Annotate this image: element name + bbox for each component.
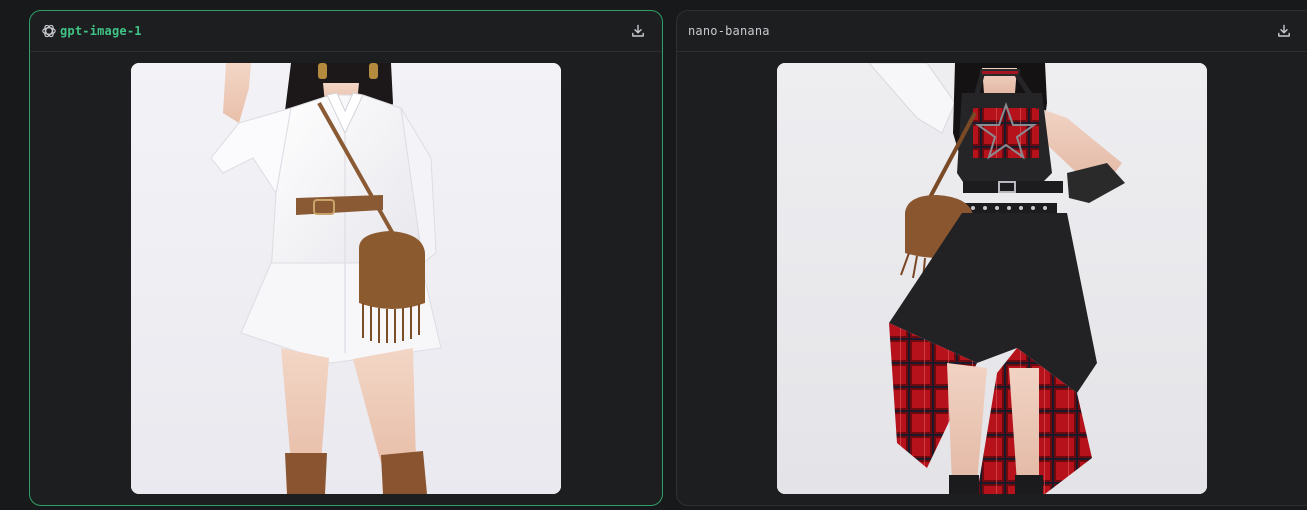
- model-name-label: nano-banana: [688, 24, 770, 38]
- generated-image[interactable]: [131, 63, 561, 494]
- result-card-nano-banana[interactable]: nano-banana: [676, 10, 1307, 506]
- download-icon: [632, 24, 644, 37]
- outfit-illustration-plaid-dress: [777, 63, 1207, 494]
- result-card-gpt-image-1[interactable]: gpt-image-1: [29, 10, 663, 506]
- download-button[interactable]: [628, 21, 648, 41]
- model-comparison-view: gpt-image-1 nano-banana: [0, 0, 1307, 510]
- download-button[interactable]: [1274, 21, 1294, 41]
- card-header: nano-banana: [677, 11, 1307, 52]
- outfit-illustration-white-dress: [131, 63, 561, 494]
- openai-logo-icon: [42, 24, 56, 38]
- generated-image[interactable]: [777, 63, 1207, 494]
- model-name-label: gpt-image-1: [60, 24, 142, 38]
- card-header: gpt-image-1: [30, 11, 662, 52]
- download-icon: [1278, 24, 1290, 37]
